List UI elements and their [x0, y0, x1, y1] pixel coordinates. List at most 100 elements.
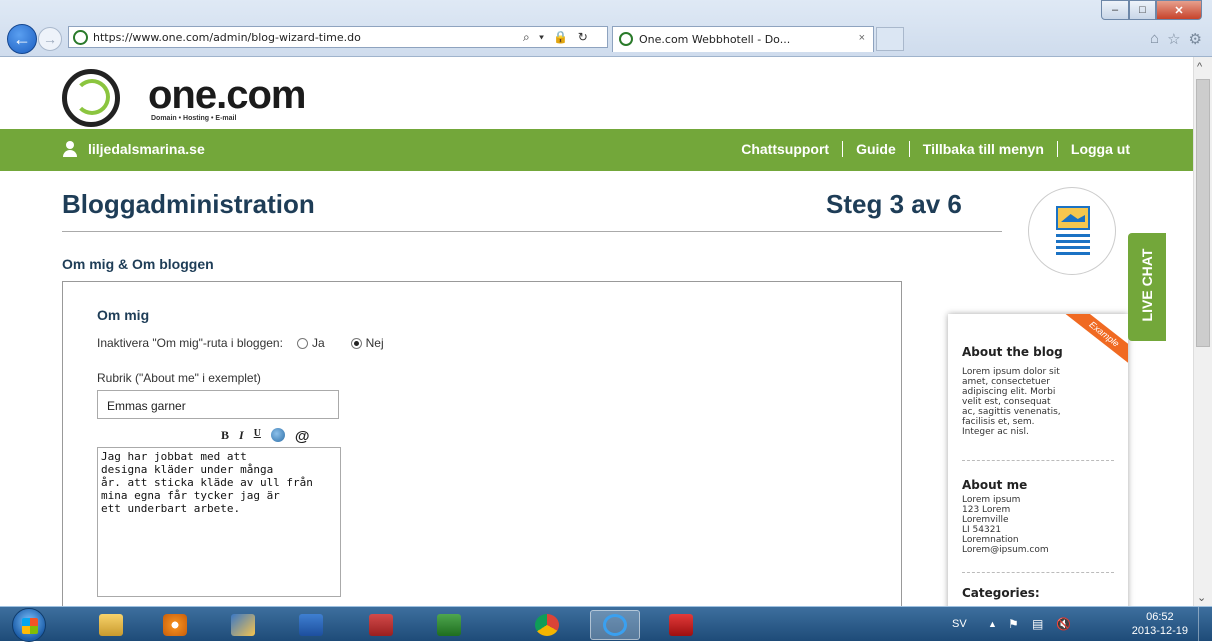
nav-guide-link[interactable]: Guide — [842, 141, 909, 157]
account-navbar: liljedalsmarina.se Chattsupport Guide Ti… — [0, 129, 1193, 171]
action-center-icon[interactable]: ▤ — [1032, 617, 1043, 631]
preview-about-blog-title: About the blog — [962, 345, 1063, 359]
email-at-button[interactable]: @ — [295, 428, 310, 445]
tab-favicon-icon — [619, 32, 633, 46]
preview-about-blog-text: Lorem ipsum dolor sit amet, consectetuer… — [962, 367, 1061, 437]
start-button[interactable] — [12, 608, 46, 642]
clock[interactable]: 06:52 2013-12-19 — [1132, 610, 1188, 638]
home-icon[interactable]: ⌂ — [1150, 30, 1159, 48]
tab-close-icon[interactable]: × — [859, 32, 865, 44]
italic-button[interactable]: I — [239, 428, 244, 445]
page-scrollbar[interactable]: ^ ⌄ — [1193, 57, 1212, 606]
document-image-icon — [1056, 206, 1090, 230]
minimize-button[interactable]: – — [1101, 0, 1129, 20]
taskbar-chrome[interactable] — [522, 610, 572, 640]
about-me-panel: Om mig Inaktivera "Om mig"-ruta i blogge… — [62, 281, 902, 606]
underline-button[interactable]: U — [254, 428, 261, 445]
nav-chattsupport-link[interactable]: Chattsupport — [728, 141, 842, 157]
web-page: one.com Domain • Hosting • E-mail liljed… — [0, 57, 1193, 606]
account-info: liljedalsmarina.se — [62, 141, 205, 157]
address-url[interactable]: https://www.one.com/admin/blog-wizard-ti… — [93, 31, 361, 44]
radio-no-label[interactable]: Nej — [366, 336, 384, 350]
rubrik-input[interactable]: Emmas garner — [97, 390, 339, 419]
network-icon[interactable]: ⚑ — [1008, 617, 1019, 631]
internet-explorer-icon — [603, 614, 627, 636]
word-icon — [299, 614, 323, 636]
insert-link-icon[interactable] — [270, 428, 285, 442]
new-tab-button[interactable] — [876, 27, 904, 51]
media-player-icon — [163, 614, 187, 636]
browser-chrome: ← → https://www.one.com/admin/blog-wizar… — [0, 0, 1212, 57]
live-chat-button[interactable]: LIVE CHAT open 24/7 — [1128, 233, 1185, 341]
preview-divider — [962, 460, 1114, 461]
section-subtitle: Om mig & Om bloggen — [62, 256, 214, 272]
acrobat-icon — [669, 614, 693, 636]
bold-button[interactable]: B — [221, 428, 229, 445]
taskbar-paint[interactable] — [218, 610, 268, 640]
address-bar[interactable]: https://www.one.com/admin/blog-wizard-ti… — [68, 26, 608, 48]
favorites-star-icon[interactable]: ☆ — [1167, 30, 1180, 48]
show-desktop-button[interactable] — [1198, 607, 1212, 642]
tools-gear-icon[interactable]: ⚙ — [1189, 30, 1202, 48]
live-chat-sub: open 24/7 — [1175, 244, 1185, 285]
close-window-button[interactable]: ✕ — [1156, 0, 1202, 20]
example-ribbon: Example — [1063, 314, 1128, 369]
system-tray: SV ▲ ⚑ ▤ 🔇 06:52 2013-12-19 — [944, 607, 1212, 642]
site-favicon-icon — [73, 30, 88, 45]
account-domain: liljedalsmarina.se — [88, 141, 205, 157]
folder-icon — [99, 614, 123, 636]
disable-about-me-row: Inaktivera "Om mig"-ruta i bloggen: Ja N… — [97, 336, 384, 350]
format-toolbar: B I U @ — [221, 428, 310, 445]
excel-icon — [437, 614, 461, 636]
preview-divider — [962, 572, 1114, 573]
logo-tagline: Domain • Hosting • E-mail — [151, 115, 237, 122]
preview-about-me-text: Lorem ipsum 123 Lorem Loremville LI 5432… — [962, 495, 1049, 555]
logo-inner-ring-icon — [74, 79, 110, 115]
clock-date: 2013-12-19 — [1131, 625, 1188, 637]
user-icon — [62, 141, 78, 157]
volume-muted-icon[interactable]: 🔇 — [1056, 617, 1071, 631]
scroll-up-icon[interactable]: ^ — [1197, 61, 1202, 73]
blog-preview-example: Example About the blog Lorem ipsum dolor… — [948, 314, 1128, 606]
preview-about-me-title: About me — [962, 478, 1028, 492]
about-me-textarea[interactable]: Jag har jobbat med att designa kläder un… — [97, 447, 341, 597]
chrome-icon — [535, 614, 559, 636]
address-controls[interactable]: ⌕ ▾ 🔒 ↻ — [523, 30, 591, 45]
taskbar-acrobat[interactable] — [656, 610, 706, 640]
forward-button[interactable]: → — [38, 27, 62, 51]
taskbar-excel[interactable] — [424, 610, 474, 640]
scroll-thumb[interactable] — [1196, 79, 1210, 347]
radio-no[interactable] — [350, 337, 362, 349]
logo-name: one.com — [148, 73, 306, 117]
live-chat-label: LIVE CHAT — [1139, 248, 1155, 322]
back-button[interactable]: ← — [7, 24, 37, 54]
nav-back-to-menu-link[interactable]: Tillbaka till menyn — [908, 141, 1057, 157]
access-icon — [369, 614, 393, 636]
onecom-logo[interactable]: one.com Domain • Hosting • E-mail — [62, 67, 362, 127]
rubrik-label: Rubrik ("About me" i exemplet) — [97, 371, 261, 385]
taskbar-media-player[interactable] — [150, 610, 200, 640]
language-indicator[interactable]: SV — [952, 618, 967, 630]
radio-yes-label[interactable]: Ja — [312, 336, 325, 350]
taskbar-access[interactable] — [356, 610, 406, 640]
taskbar-word[interactable] — [286, 610, 336, 640]
back-arrow-icon: ← — [13, 28, 31, 49]
maximize-button[interactable]: □ — [1129, 0, 1156, 20]
window-controls: – □ ✕ — [1101, 0, 1202, 22]
title-divider — [62, 231, 1002, 232]
show-hidden-icons-arrow-icon[interactable]: ▲ — [988, 619, 997, 629]
forward-arrow-icon: → — [43, 31, 57, 47]
radio-option-no[interactable]: Nej — [350, 336, 384, 350]
browser-tab[interactable]: One.com Webbhotell - Do... × — [612, 26, 874, 52]
taskbar-internet-explorer[interactable] — [590, 610, 640, 640]
tab-title: One.com Webbhotell - Do... — [639, 33, 791, 46]
radio-yes[interactable] — [296, 337, 308, 349]
preview-categories-title: Categories: — [962, 586, 1040, 600]
radio-option-yes[interactable]: Ja — [296, 336, 325, 350]
scroll-down-icon[interactable]: ⌄ — [1197, 591, 1206, 604]
disable-about-me-label: Inaktivera "Om mig"-ruta i bloggen: — [97, 336, 283, 350]
browser-toolbar-icons: ⌂ ☆ ⚙ — [1150, 30, 1202, 48]
nav-logout-link[interactable]: Logga ut — [1056, 141, 1143, 157]
page-title: Bloggadministration — [62, 189, 315, 219]
taskbar-explorer[interactable] — [86, 610, 136, 640]
